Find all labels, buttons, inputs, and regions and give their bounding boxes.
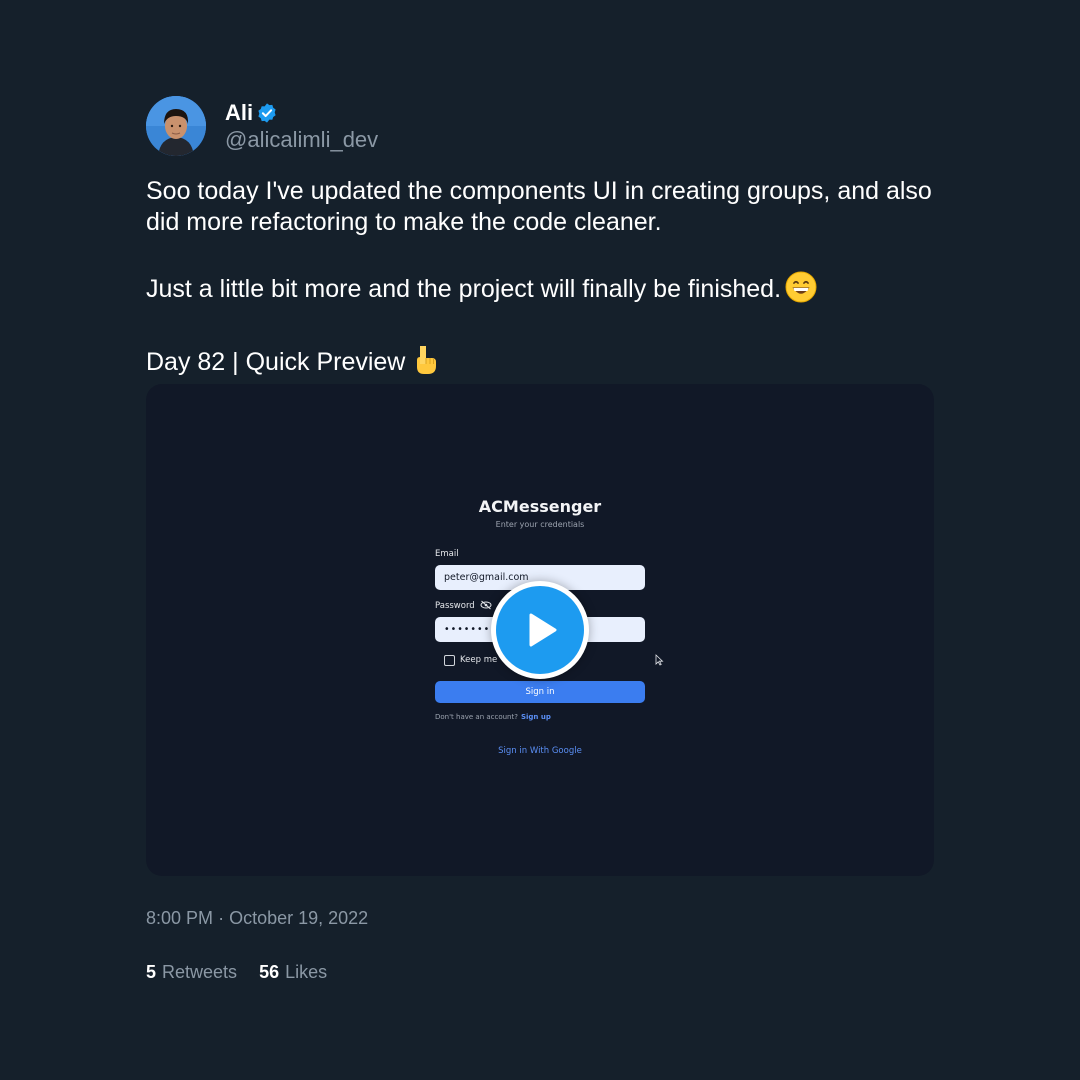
app-subtitle: Enter your credentials: [495, 520, 585, 529]
retweets-count: 5: [146, 962, 157, 982]
mouse-cursor-icon: [655, 654, 664, 666]
likes-stat[interactable]: 56 Likes: [259, 962, 327, 983]
retweets-label: Retweets: [162, 962, 238, 982]
tweet-timestamp[interactable]: 8:00 PM · October 19, 2022: [146, 908, 368, 929]
author-name-row[interactable]: Ali: [225, 100, 278, 126]
tweet-date: October 19, 2022: [229, 908, 369, 928]
video-preview[interactable]: ACMessenger Enter your credentials Email…: [146, 384, 934, 876]
no-account-text: Don't have an account? Sign up: [435, 713, 551, 721]
tweet-paragraph-2: Just a little bit more and the project w…: [146, 271, 946, 311]
tweet-card: Ali @alicalimli_dev Soo today I've updat…: [0, 0, 1080, 1080]
tweet-paragraph-3-text: Day 82 | Quick Preview: [146, 348, 406, 376]
play-button[interactable]: [491, 581, 589, 679]
tweet-paragraph-3: Day 82 | Quick Preview: [146, 344, 946, 384]
play-icon: [529, 613, 557, 647]
tweet-time: 8:00 PM: [146, 908, 214, 928]
app-title: ACMessenger: [478, 497, 602, 516]
backhand-index-pointing-down-emoji-icon: [409, 344, 439, 384]
tweet-paragraph-2-text: Just a little bit more and the project w…: [146, 275, 782, 303]
tweet-paragraph-1: Soo today I've updated the components UI…: [146, 177, 932, 236]
email-label: Email: [435, 549, 459, 559]
display-name[interactable]: Ali: [225, 100, 253, 126]
likes-count: 56: [259, 962, 280, 982]
verified-badge-icon: [256, 102, 278, 124]
password-label: Password: [435, 601, 475, 611]
sign-up-link[interactable]: Sign up: [521, 713, 551, 721]
tweet-stats: 5 Retweets 56 Likes: [146, 962, 327, 983]
keep-signed-in-label: Keep me: [460, 655, 498, 665]
timestamp-separator: ·: [218, 908, 225, 928]
avatar[interactable]: [146, 96, 206, 156]
eye-off-icon[interactable]: [480, 600, 492, 610]
tweet-text: Soo today I've updated the components UI…: [146, 176, 946, 384]
keep-signed-in-checkbox[interactable]: [444, 655, 455, 666]
retweets-stat[interactable]: 5 Retweets: [146, 962, 237, 983]
no-account-label: Don't have an account?: [435, 713, 518, 721]
sign-in-button[interactable]: Sign in: [435, 681, 645, 703]
likes-label: Likes: [285, 962, 328, 982]
sign-in-with-google-link[interactable]: Sign in With Google: [146, 746, 934, 756]
grinning-face-emoji-icon: [785, 271, 817, 311]
author-handle[interactable]: @alicalimli_dev: [225, 127, 378, 153]
